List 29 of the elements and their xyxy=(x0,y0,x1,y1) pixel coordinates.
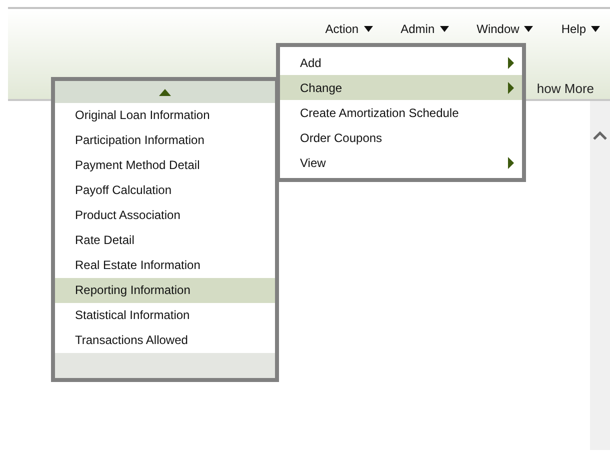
chevron-up-icon[interactable] xyxy=(593,131,607,140)
menu-item[interactable]: Change xyxy=(280,75,522,100)
show-more-link[interactable]: how More xyxy=(536,81,594,96)
caret-icon xyxy=(440,26,449,32)
menu-item[interactable]: View xyxy=(280,150,522,175)
menu-button[interactable]: Admin xyxy=(390,19,455,39)
caret-icon xyxy=(524,26,534,32)
menu-item[interactable]: Real Estate Information xyxy=(55,253,275,278)
menu-item[interactable]: Create Amortization Schedule xyxy=(280,100,522,125)
menu-button[interactable]: Action xyxy=(315,19,379,39)
menu-button[interactable]: Window xyxy=(466,19,540,39)
submenu-arrow-icon xyxy=(508,82,514,94)
menu-button[interactable]: Help xyxy=(551,19,606,39)
menu-item[interactable]: Payoff Calculation xyxy=(55,178,275,203)
menu-item[interactable]: Order Coupons xyxy=(280,125,522,150)
menu-item[interactable]: Product Association xyxy=(55,203,275,228)
menu-item[interactable]: Original Loan Information xyxy=(55,103,275,128)
menu-item[interactable]: Add xyxy=(280,50,522,75)
menu-item[interactable]: Transactions Allowed xyxy=(55,328,275,353)
menu-item[interactable]: Participation Information xyxy=(55,128,275,153)
menu-item[interactable]: Reporting Information xyxy=(55,278,275,303)
menu-item[interactable]: Payment Method Detail xyxy=(55,153,275,178)
caret-icon xyxy=(591,26,600,32)
caret-icon xyxy=(364,26,373,32)
triangle-up-icon xyxy=(159,88,171,96)
menu-item[interactable]: Rate Detail xyxy=(55,228,275,253)
menu-item[interactable]: Statistical Information xyxy=(55,303,275,328)
submenu-arrow-icon xyxy=(508,56,514,68)
submenu-arrow-icon xyxy=(508,156,514,168)
